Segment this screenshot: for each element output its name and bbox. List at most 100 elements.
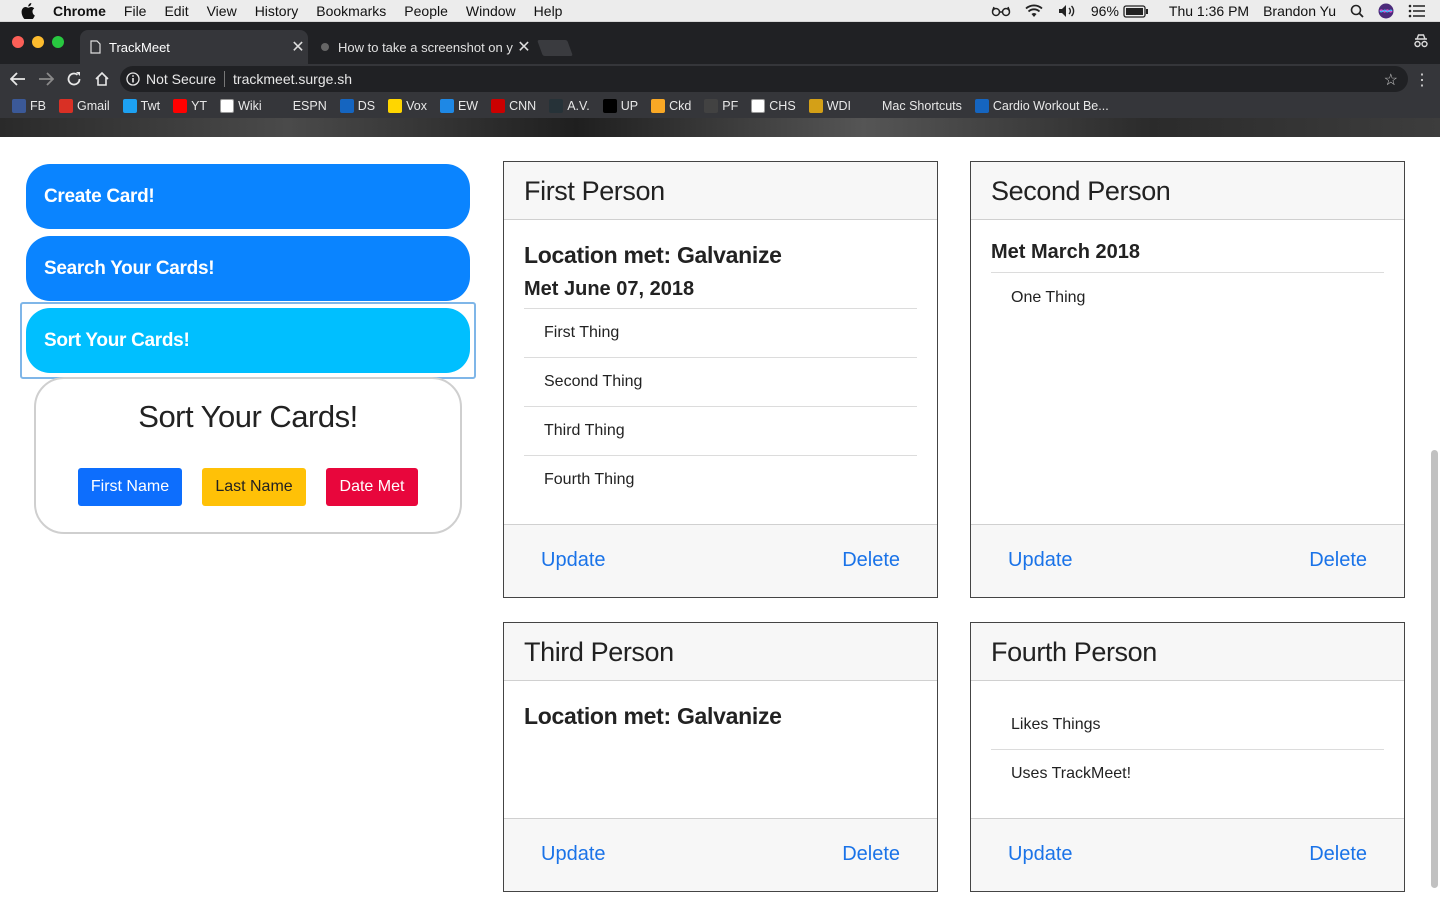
page-scrollbar[interactable] bbox=[1431, 450, 1438, 888]
bookmark-label: FB bbox=[30, 99, 46, 113]
card-footer: Update Delete bbox=[504, 524, 937, 597]
bookmark-item[interactable]: Mac Shortcuts bbox=[864, 99, 962, 113]
menu-app-name[interactable]: Chrome bbox=[53, 3, 106, 19]
menubar-clock[interactable]: Thu 1:36 PM bbox=[1169, 3, 1249, 19]
wifi-icon[interactable] bbox=[1025, 4, 1043, 18]
card-header: Third Person bbox=[504, 623, 937, 681]
delete-link[interactable]: Delete bbox=[1309, 843, 1367, 866]
bookmark-item[interactable]: PF bbox=[704, 99, 738, 113]
url-text[interactable]: trackmeet.surge.sh bbox=[233, 71, 352, 87]
security-label[interactable]: Not Secure bbox=[146, 71, 216, 87]
bookmark-label: Mac Shortcuts bbox=[882, 99, 962, 113]
bookmark-item[interactable]: YT bbox=[173, 99, 207, 113]
browser-toolbar: Not Secure trackmeet.surge.sh ☆ ⋮ bbox=[0, 64, 1440, 94]
bookmark-label: Cardio Workout Be... bbox=[992, 99, 1109, 113]
tab-close-icon[interactable]: ✕ bbox=[514, 37, 534, 57]
bookmarks-bar: FB Gmail Twt YT Wiki ESPN DS Vox EW CNN A.V. UP Ckd P… bbox=[0, 94, 1440, 118]
sort-panel: Sort Your Cards! First Name Last Name Da… bbox=[34, 377, 462, 534]
delete-link[interactable]: Delete bbox=[842, 843, 900, 866]
bookmark-item[interactable]: Ckd bbox=[651, 99, 691, 113]
volume-icon[interactable] bbox=[1057, 4, 1077, 18]
bookmark-item[interactable]: Gmail bbox=[58, 99, 110, 113]
menu-file[interactable]: File bbox=[124, 3, 147, 19]
delete-link[interactable]: Delete bbox=[1309, 549, 1367, 572]
bookmark-item[interactable]: ESPN bbox=[274, 99, 327, 113]
info-icon[interactable] bbox=[126, 72, 140, 86]
twitter-icon bbox=[122, 99, 137, 113]
address-divider bbox=[224, 71, 226, 87]
divider bbox=[991, 749, 1384, 750]
spotlight-search-icon[interactable] bbox=[1350, 4, 1364, 18]
vox-icon bbox=[388, 99, 403, 113]
contact-card: Second Person Met March 2018 One Thing U… bbox=[970, 161, 1405, 598]
forward-arrow-icon[interactable] bbox=[32, 65, 60, 93]
sort-cards-button[interactable]: Sort Your Cards! bbox=[26, 308, 470, 373]
search-cards-button[interactable]: Search Your Cards! bbox=[26, 236, 470, 301]
bookmark-item[interactable]: CHS bbox=[751, 99, 796, 113]
bookmark-item[interactable]: Vox bbox=[388, 99, 427, 113]
bookmark-item[interactable]: UP bbox=[602, 99, 638, 113]
battery-icon[interactable] bbox=[1123, 4, 1149, 18]
glasses-icon[interactable] bbox=[991, 5, 1011, 17]
update-link[interactable]: Update bbox=[541, 549, 606, 572]
sort-date-met-button[interactable]: Date Met bbox=[326, 468, 418, 506]
bookmark-item[interactable]: FB bbox=[12, 99, 46, 113]
update-link[interactable]: Update bbox=[1008, 549, 1073, 572]
menu-window[interactable]: Window bbox=[466, 3, 516, 19]
bookmark-item[interactable]: Wiki bbox=[220, 99, 262, 113]
menu-people[interactable]: People bbox=[404, 3, 448, 19]
home-icon[interactable] bbox=[88, 65, 116, 93]
card-person-name: Fourth Person bbox=[991, 637, 1157, 667]
bookmark-item[interactable]: DS bbox=[339, 99, 376, 113]
ds-icon bbox=[339, 99, 354, 113]
status-area: 96% Thu 1:36 PM Brandon Yu bbox=[991, 0, 1440, 22]
wikipedia-icon bbox=[220, 99, 235, 113]
minimize-window-button[interactable] bbox=[32, 36, 44, 48]
delete-link[interactable]: Delete bbox=[842, 549, 900, 572]
zoom-window-button[interactable] bbox=[52, 36, 64, 48]
siri-icon[interactable] bbox=[1378, 3, 1394, 19]
bookmark-item[interactable]: EW bbox=[439, 99, 478, 113]
update-link[interactable]: Update bbox=[1008, 843, 1073, 866]
update-link[interactable]: Update bbox=[541, 843, 606, 866]
battery-percent: 96% bbox=[1090, 3, 1119, 19]
bookmark-item[interactable]: Twt bbox=[122, 99, 161, 113]
pf-icon bbox=[704, 99, 719, 113]
incognito-icon[interactable] bbox=[1412, 32, 1430, 55]
tab-screenshot-article[interactable]: How to take a screenshot on y ✕ bbox=[312, 30, 534, 64]
apple-menu-icon[interactable] bbox=[19, 0, 37, 22]
address-bar[interactable]: Not Secure trackmeet.surge.sh ☆ bbox=[120, 66, 1408, 92]
menu-bookmarks[interactable]: Bookmarks bbox=[316, 3, 386, 19]
bookmark-label: Twt bbox=[140, 99, 161, 113]
card-footer: Update Delete bbox=[971, 524, 1404, 597]
bookmark-item[interactable]: Cardio Workout Be... bbox=[974, 99, 1109, 113]
ckd-icon bbox=[651, 99, 666, 113]
bookmark-item[interactable]: CNN bbox=[491, 99, 536, 113]
bookmark-item[interactable]: A.V. bbox=[549, 99, 590, 113]
sort-last-name-button[interactable]: Last Name bbox=[202, 468, 306, 506]
menu-edit[interactable]: Edit bbox=[164, 3, 188, 19]
notification-center-icon[interactable] bbox=[1408, 4, 1426, 18]
bookmark-star-icon[interactable]: ☆ bbox=[1384, 70, 1398, 90]
sort-first-name-button[interactable]: First Name bbox=[78, 468, 182, 506]
card-header: Fourth Person bbox=[971, 623, 1404, 681]
tab-title: How to take a screenshot on y bbox=[338, 39, 513, 55]
back-arrow-icon[interactable] bbox=[4, 65, 32, 93]
divider bbox=[524, 308, 917, 309]
menu-history[interactable]: History bbox=[255, 3, 299, 19]
close-window-button[interactable] bbox=[12, 36, 24, 48]
new-tab-button[interactable] bbox=[537, 40, 573, 56]
create-card-button[interactable]: Create Card! bbox=[26, 164, 470, 229]
tab-close-icon[interactable]: ✕ bbox=[288, 37, 308, 57]
more-menu-icon[interactable]: ⋮ bbox=[1414, 70, 1430, 90]
menu-view[interactable]: View bbox=[207, 3, 237, 19]
apple-icon bbox=[864, 99, 878, 113]
menubar-user[interactable]: Brandon Yu bbox=[1263, 3, 1336, 19]
reload-icon[interactable] bbox=[60, 65, 88, 93]
tab-trackmeet[interactable]: TrackMeet ✕ bbox=[80, 30, 308, 64]
bookmark-item[interactable]: WDI bbox=[808, 99, 851, 113]
bookmark-label: DS bbox=[357, 99, 376, 113]
menu-help[interactable]: Help bbox=[534, 3, 563, 19]
bookmark-label: Ckd bbox=[669, 99, 692, 113]
card-person-name: Second Person bbox=[991, 176, 1171, 206]
